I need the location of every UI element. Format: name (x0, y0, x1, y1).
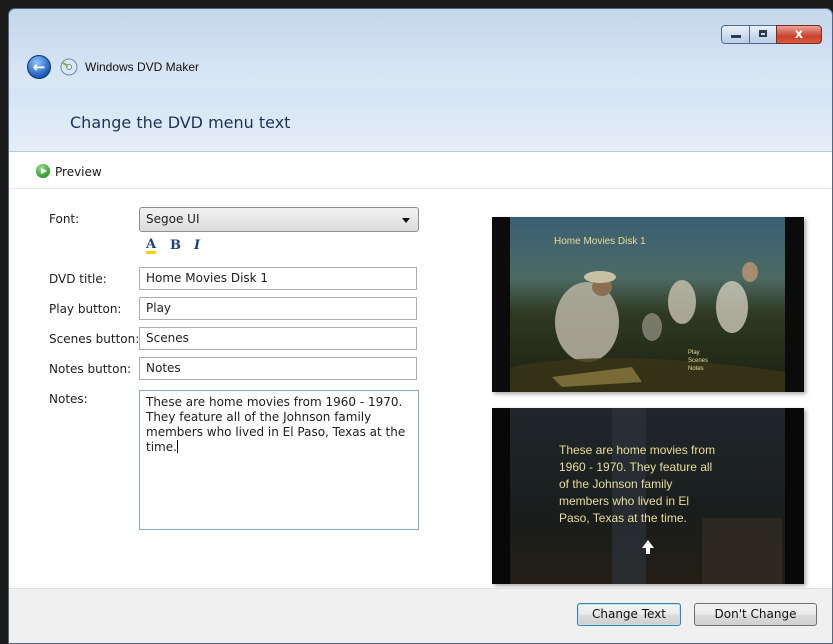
play-button-label: Play button: (49, 302, 122, 316)
notes-label: Notes: (49, 392, 88, 406)
scenes-button-input[interactable]: Scenes (139, 327, 417, 350)
back-arrow-icon[interactable]: ← (27, 55, 51, 79)
content-panel: Preview Font: Segoe UI A B I DVD title: … (9, 152, 832, 589)
dvd-title-label: DVD title: (49, 272, 107, 286)
notes-preview-image: These are home movies from 1960 - 1970. … (492, 408, 804, 584)
font-color-button[interactable]: A (146, 238, 157, 254)
preview-play-text: Play (688, 350, 700, 356)
maximize-button[interactable] (749, 25, 777, 44)
title-bar: ← Windows DVD Maker x (9, 9, 832, 89)
font-label: Font: (49, 212, 80, 226)
preview-button[interactable]: Preview (55, 165, 102, 179)
footer-bar: Change Text Don't Change (9, 588, 832, 643)
notes-button-label: Notes button: (49, 362, 132, 376)
menu-preview-thumbnail: Home Movies Disk 1 Play Scenes Notes (492, 217, 804, 392)
preview-notes-text: Notes (688, 366, 704, 372)
scenes-button-label: Scenes button: (49, 332, 140, 346)
preview-title-text: Home Movies Disk 1 (554, 236, 646, 247)
preview-notes-line-1: These are home movies from (559, 443, 715, 457)
dvd-maker-window: ← Windows DVD Maker x Change the DVD men… (8, 8, 833, 644)
chevron-down-icon (402, 218, 410, 223)
bold-button[interactable]: B (170, 238, 181, 253)
preview-notes-line-3: of the Johnson family (559, 477, 672, 491)
notes-preview-thumbnail: These are home movies from 1960 - 1970. … (492, 408, 804, 584)
menu-preview-image: Home Movies Disk 1 Play Scenes Notes (492, 217, 804, 392)
header-band: Change the DVD menu text (9, 89, 832, 152)
italic-button[interactable]: I (194, 238, 200, 253)
close-icon: x (794, 27, 804, 42)
notes-button-input[interactable]: Notes (139, 357, 417, 380)
dvd-maker-icon (60, 58, 78, 76)
dvd-title-input[interactable]: Home Movies Disk 1 (139, 267, 417, 290)
notes-text: These are home movies from 1960 - 1970. … (146, 395, 406, 454)
text-caret (176, 440, 178, 453)
preview-notes-line-4: members who lived in El (559, 494, 689, 508)
font-value: Segoe UI (146, 212, 200, 226)
change-text-button[interactable]: Change Text (577, 603, 681, 626)
page-title: Change the DVD menu text (70, 113, 291, 132)
minimize-button[interactable] (721, 25, 750, 44)
preview-scenes-text: Scenes (688, 358, 708, 364)
preview-toolbar: Preview (9, 152, 832, 189)
minimize-icon (731, 35, 741, 38)
dont-change-button[interactable]: Don't Change (694, 603, 817, 626)
preview-notes-line-2: 1960 - 1970. They feature all (559, 460, 712, 474)
notes-textarea[interactable]: These are home movies from 1960 - 1970. … (139, 390, 419, 530)
app-title: Windows DVD Maker (85, 60, 200, 74)
play-button-input[interactable]: Play (139, 297, 417, 320)
close-button[interactable]: x (776, 25, 822, 44)
maximize-icon (759, 30, 767, 37)
font-dropdown[interactable]: Segoe UI (139, 207, 419, 232)
play-icon[interactable] (36, 164, 50, 178)
preview-notes-line-5: Paso, Texas at the time. (559, 511, 687, 525)
